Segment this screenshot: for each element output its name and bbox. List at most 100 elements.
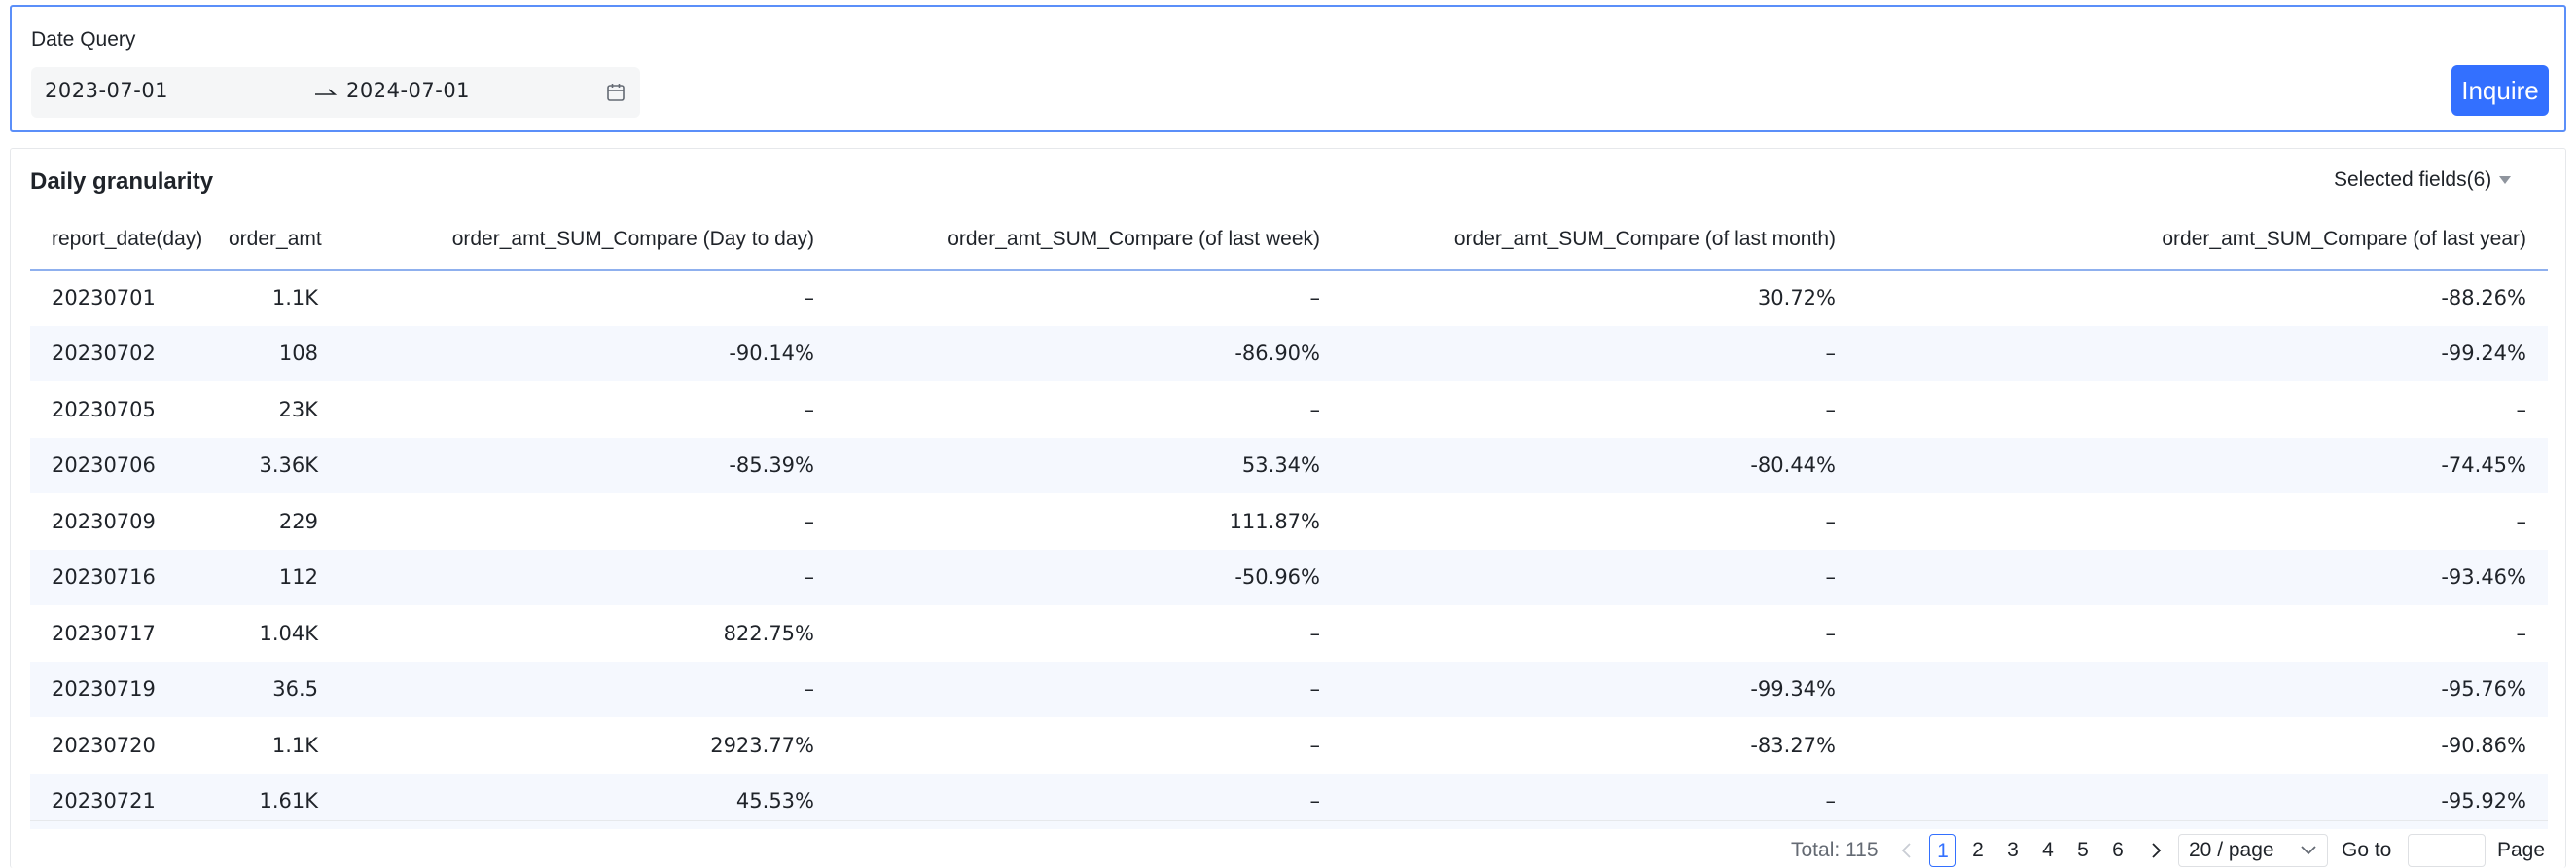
table-cell: – <box>1309 621 1321 645</box>
table-cell: 36.5 <box>207 661 340 717</box>
table-row: 20230701 1.1K – – 30.72% -88.26% <box>30 270 2548 326</box>
table-cell: – <box>2516 509 2527 533</box>
table-cell: – <box>1825 397 1837 421</box>
table-row: 20230720 1.1K 2923.77% – -83.27% -90.86% <box>30 717 2548 774</box>
table-cell: 1.1K <box>271 286 318 310</box>
table-row: 20230717 1.04K 822.75% – – – <box>30 605 2548 662</box>
table-cell: 229 <box>278 509 318 533</box>
column-header[interactable]: report_date(day) <box>30 209 207 271</box>
selected-fields-label: Selected fields(6) <box>2334 168 2492 191</box>
goto-label: Go to <box>2342 839 2392 861</box>
table-cell: -88.26% <box>2441 286 2526 310</box>
table-cell: -93.46% <box>1857 549 2548 605</box>
table-row: 20230706 3.36K -85.39% 53.34% -80.44% -7… <box>30 437 2548 493</box>
table-cell: 53.34% <box>836 437 1342 493</box>
table-cell: – <box>804 286 815 310</box>
table-cell: 108 <box>207 325 340 381</box>
table-cell: -74.45% <box>1857 437 2548 493</box>
table-cell: 20230701 <box>52 286 156 310</box>
table-cell: – <box>2516 621 2527 645</box>
table-row: 20230716 112 – -50.96% – -93.46% <box>30 549 2548 605</box>
end-date-input[interactable]: 2024-07-01 <box>346 79 470 102</box>
table-cell: 2923.77% <box>710 733 814 757</box>
table-cell: – <box>1309 286 1321 310</box>
table-cell: 3.36K <box>207 437 340 493</box>
table-row: 20230705 23K – – – – <box>30 381 2548 438</box>
table-cell: 20230719 <box>30 661 207 717</box>
start-date-input[interactable]: 2023-07-01 <box>45 79 168 102</box>
table-cell: 20230702 <box>30 325 207 381</box>
column-header[interactable]: order_amt <box>207 209 340 271</box>
table-cell: – <box>1309 733 1321 757</box>
page-button-1[interactable]: 1 <box>1929 834 1956 867</box>
table-cell: 20230709 <box>52 509 156 533</box>
table-row: 20230719 36.5 – – -99.34% -95.76% <box>30 661 2548 717</box>
table-cell: 20230716 <box>30 549 207 605</box>
page-button-4[interactable]: 4 <box>2034 834 2061 867</box>
page-size-label: 20 / page <box>2189 839 2274 861</box>
date-range-picker[interactable]: 2023-07-01 2024-07-01 <box>31 67 640 118</box>
page-button-2[interactable]: 2 <box>1964 834 1991 867</box>
table-cell: 822.75% <box>723 621 814 645</box>
table-header-row: report_date(day) order_amt order_amt_SUM… <box>30 209 2548 271</box>
table-cell: -83.27% <box>1750 733 1836 757</box>
table-cell: 23K <box>278 397 319 421</box>
table-cell: 20230706 <box>30 437 207 493</box>
table-cell: – <box>1309 397 1321 421</box>
total-count: Total: 115 <box>1791 839 1878 861</box>
table-cell: 20230717 <box>52 621 156 645</box>
table-cell: – <box>804 397 815 421</box>
table-cell: 112 <box>207 549 340 605</box>
inquire-button[interactable]: Inquire <box>2451 65 2549 116</box>
data-table: report_date(day) order_amt order_amt_SUM… <box>30 209 2548 829</box>
goto-page-input[interactable] <box>2408 834 2486 867</box>
prev-page-button[interactable] <box>1896 834 1915 867</box>
table-divider <box>30 820 2548 821</box>
table-cell: 1.04K <box>259 621 318 645</box>
table-cell: – <box>340 549 836 605</box>
page-button-6[interactable]: 6 <box>2104 834 2131 867</box>
table-cell: -99.34% <box>1342 661 1857 717</box>
date-query-panel: Date Query 2023-07-01 2024-07-01 Inquire <box>10 5 2566 132</box>
daily-granularity-card: Daily granularity Selected fields(6) rep… <box>10 148 2566 868</box>
calendar-icon[interactable] <box>605 82 626 103</box>
table-cell: -90.14% <box>340 325 836 381</box>
column-header[interactable]: order_amt_SUM_Compare (of last month) <box>1342 209 1857 271</box>
page-size-select[interactable]: 20 / page <box>2178 834 2328 867</box>
next-page-button[interactable] <box>2147 834 2166 867</box>
table-row: 20230709 229 – 111.87% – – <box>30 493 2548 550</box>
pagination: Total: 115 1 2 3 4 5 6 20 / page Go to P… <box>11 834 2548 867</box>
table-cell: -80.44% <box>1342 437 1857 493</box>
chevron-left-icon <box>1901 843 1911 858</box>
table-cell: 20230720 <box>52 733 156 757</box>
table-cell: – <box>1825 621 1837 645</box>
table-cell: – <box>804 509 815 533</box>
table-cell: – <box>2516 397 2527 421</box>
table-cell: – <box>836 661 1342 717</box>
table-cell: – <box>1342 549 1857 605</box>
table-cell: 30.72% <box>1757 286 1836 310</box>
chevron-right-icon <box>2152 843 2162 858</box>
table-cell: -50.96% <box>836 549 1342 605</box>
caret-down-icon <box>2499 176 2512 184</box>
table-cell: -86.90% <box>836 325 1342 381</box>
page-button-3[interactable]: 3 <box>1999 834 2026 867</box>
table-row: 20230702 108 -90.14% -86.90% – -99.24% <box>30 325 2548 381</box>
selected-fields-dropdown[interactable]: Selected fields(6) <box>2334 168 2513 192</box>
column-header[interactable]: order_amt_SUM_Compare (Day to day) <box>340 209 836 271</box>
column-header[interactable]: order_amt_SUM_Compare (of last week) <box>836 209 1342 271</box>
table-cell: – <box>1825 509 1837 533</box>
range-arrow-icon <box>315 89 338 95</box>
table-cell: -90.86% <box>2441 733 2526 757</box>
table-cell: – <box>340 661 836 717</box>
table-cell: – <box>1342 325 1857 381</box>
chevron-down-icon <box>2301 846 2316 855</box>
table-title: Daily granularity <box>30 168 214 195</box>
column-header[interactable]: order_amt_SUM_Compare (of last year) <box>1857 209 2548 271</box>
table-cell: -85.39% <box>340 437 836 493</box>
page-suffix-label: Page <box>2497 839 2546 861</box>
page-button-5[interactable]: 5 <box>2069 834 2096 867</box>
table-cell: 1.1K <box>271 733 318 757</box>
table-cell: 20230705 <box>52 397 156 421</box>
table-cell: -95.76% <box>1857 661 2548 717</box>
